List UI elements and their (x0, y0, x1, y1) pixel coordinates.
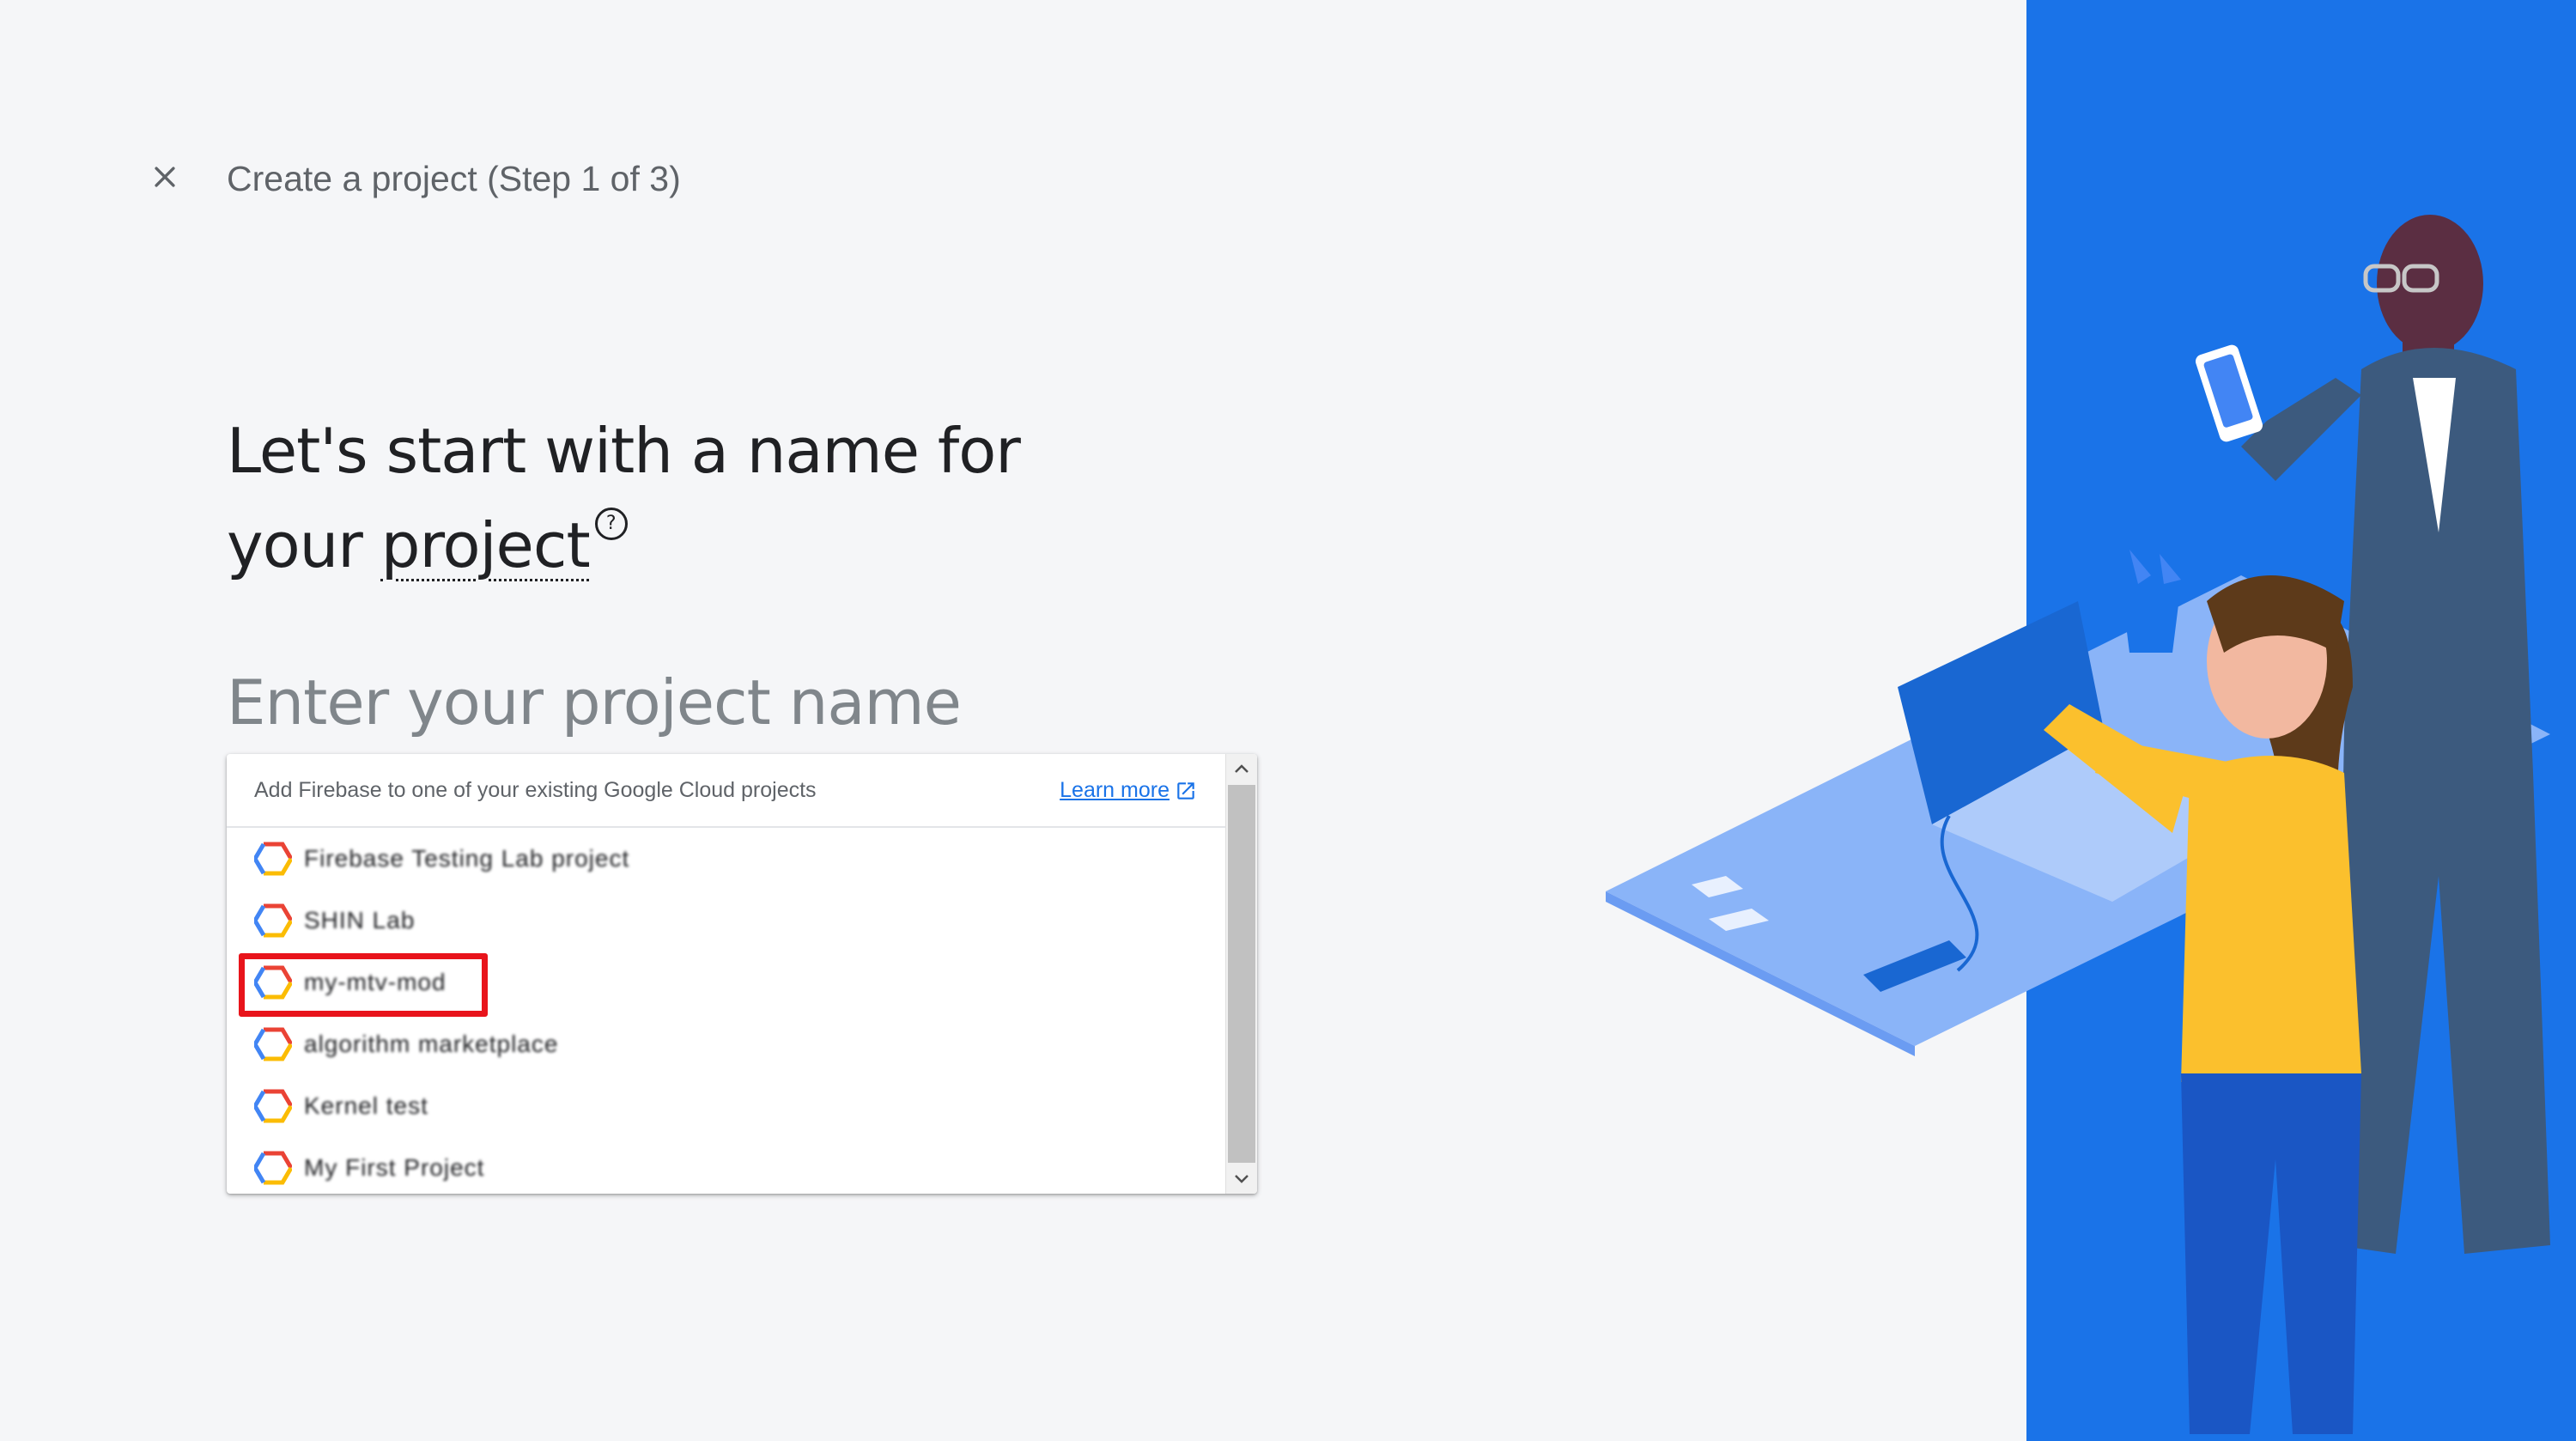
dropdown-scrollbar[interactable] (1225, 754, 1257, 1194)
project-option[interactable]: algorithm marketplace (227, 1013, 1226, 1075)
project-option[interactable]: Firebase Testing Lab project (227, 828, 1226, 890)
project-option-label: Firebase Testing Lab project (304, 845, 630, 872)
project-option-label: My First Project (304, 1154, 485, 1181)
project-option-label: SHIN Lab (304, 907, 416, 933)
learn-more-label: Learn more (1060, 778, 1170, 802)
page-heading: Let's start with a name for your project… (227, 404, 1085, 593)
project-option-label: my-mtv-mod (304, 969, 447, 995)
project-option-label: Kernel test (304, 1092, 428, 1119)
close-button[interactable] (143, 155, 187, 199)
people-at-desk-illustration (1606, 215, 2550, 1434)
google-cloud-hexagon-icon (254, 842, 292, 876)
project-term-link[interactable]: project (381, 509, 591, 581)
heading-prefix: your (227, 509, 381, 581)
scrollbar-thumb[interactable] (1228, 785, 1255, 1163)
google-cloud-hexagon-icon (254, 1089, 292, 1123)
heading-line-1: Let's start with a name for (227, 415, 1021, 487)
project-option[interactable]: SHIN Lab (227, 890, 1226, 952)
scroll-up-icon[interactable] (1226, 754, 1257, 783)
existing-projects-dropdown: Add Firebase to one of your existing Goo… (227, 754, 1257, 1194)
dropdown-header: Add Firebase to one of your existing Goo… (227, 754, 1226, 828)
learn-more-link[interactable]: Learn more (1060, 778, 1197, 803)
project-list: Firebase Testing Lab project SHIN Lab my… (227, 828, 1226, 1194)
project-option[interactable]: Kernel test (227, 1075, 1226, 1137)
open-in-new-icon (1177, 781, 1194, 800)
scroll-down-icon[interactable] (1226, 1164, 1257, 1194)
step-title: Create a project (Step 1 of 3) (227, 159, 681, 198)
google-cloud-hexagon-icon (254, 903, 292, 938)
project-option-highlighted[interactable]: my-mtv-mod (227, 952, 1226, 1017)
dropdown-hint: Add Firebase to one of your existing Goo… (254, 778, 817, 802)
help-icon[interactable]: ? (594, 508, 628, 540)
google-cloud-hexagon-icon (254, 1151, 292, 1185)
google-cloud-hexagon-icon (254, 965, 292, 1000)
google-cloud-hexagon-icon (254, 1027, 292, 1061)
heading-line-2: your project? (227, 498, 1085, 593)
project-name-input[interactable] (227, 660, 1257, 745)
project-option[interactable]: My First Project (227, 1137, 1226, 1194)
project-option-label: algorithm marketplace (304, 1031, 559, 1057)
close-icon (155, 167, 175, 187)
